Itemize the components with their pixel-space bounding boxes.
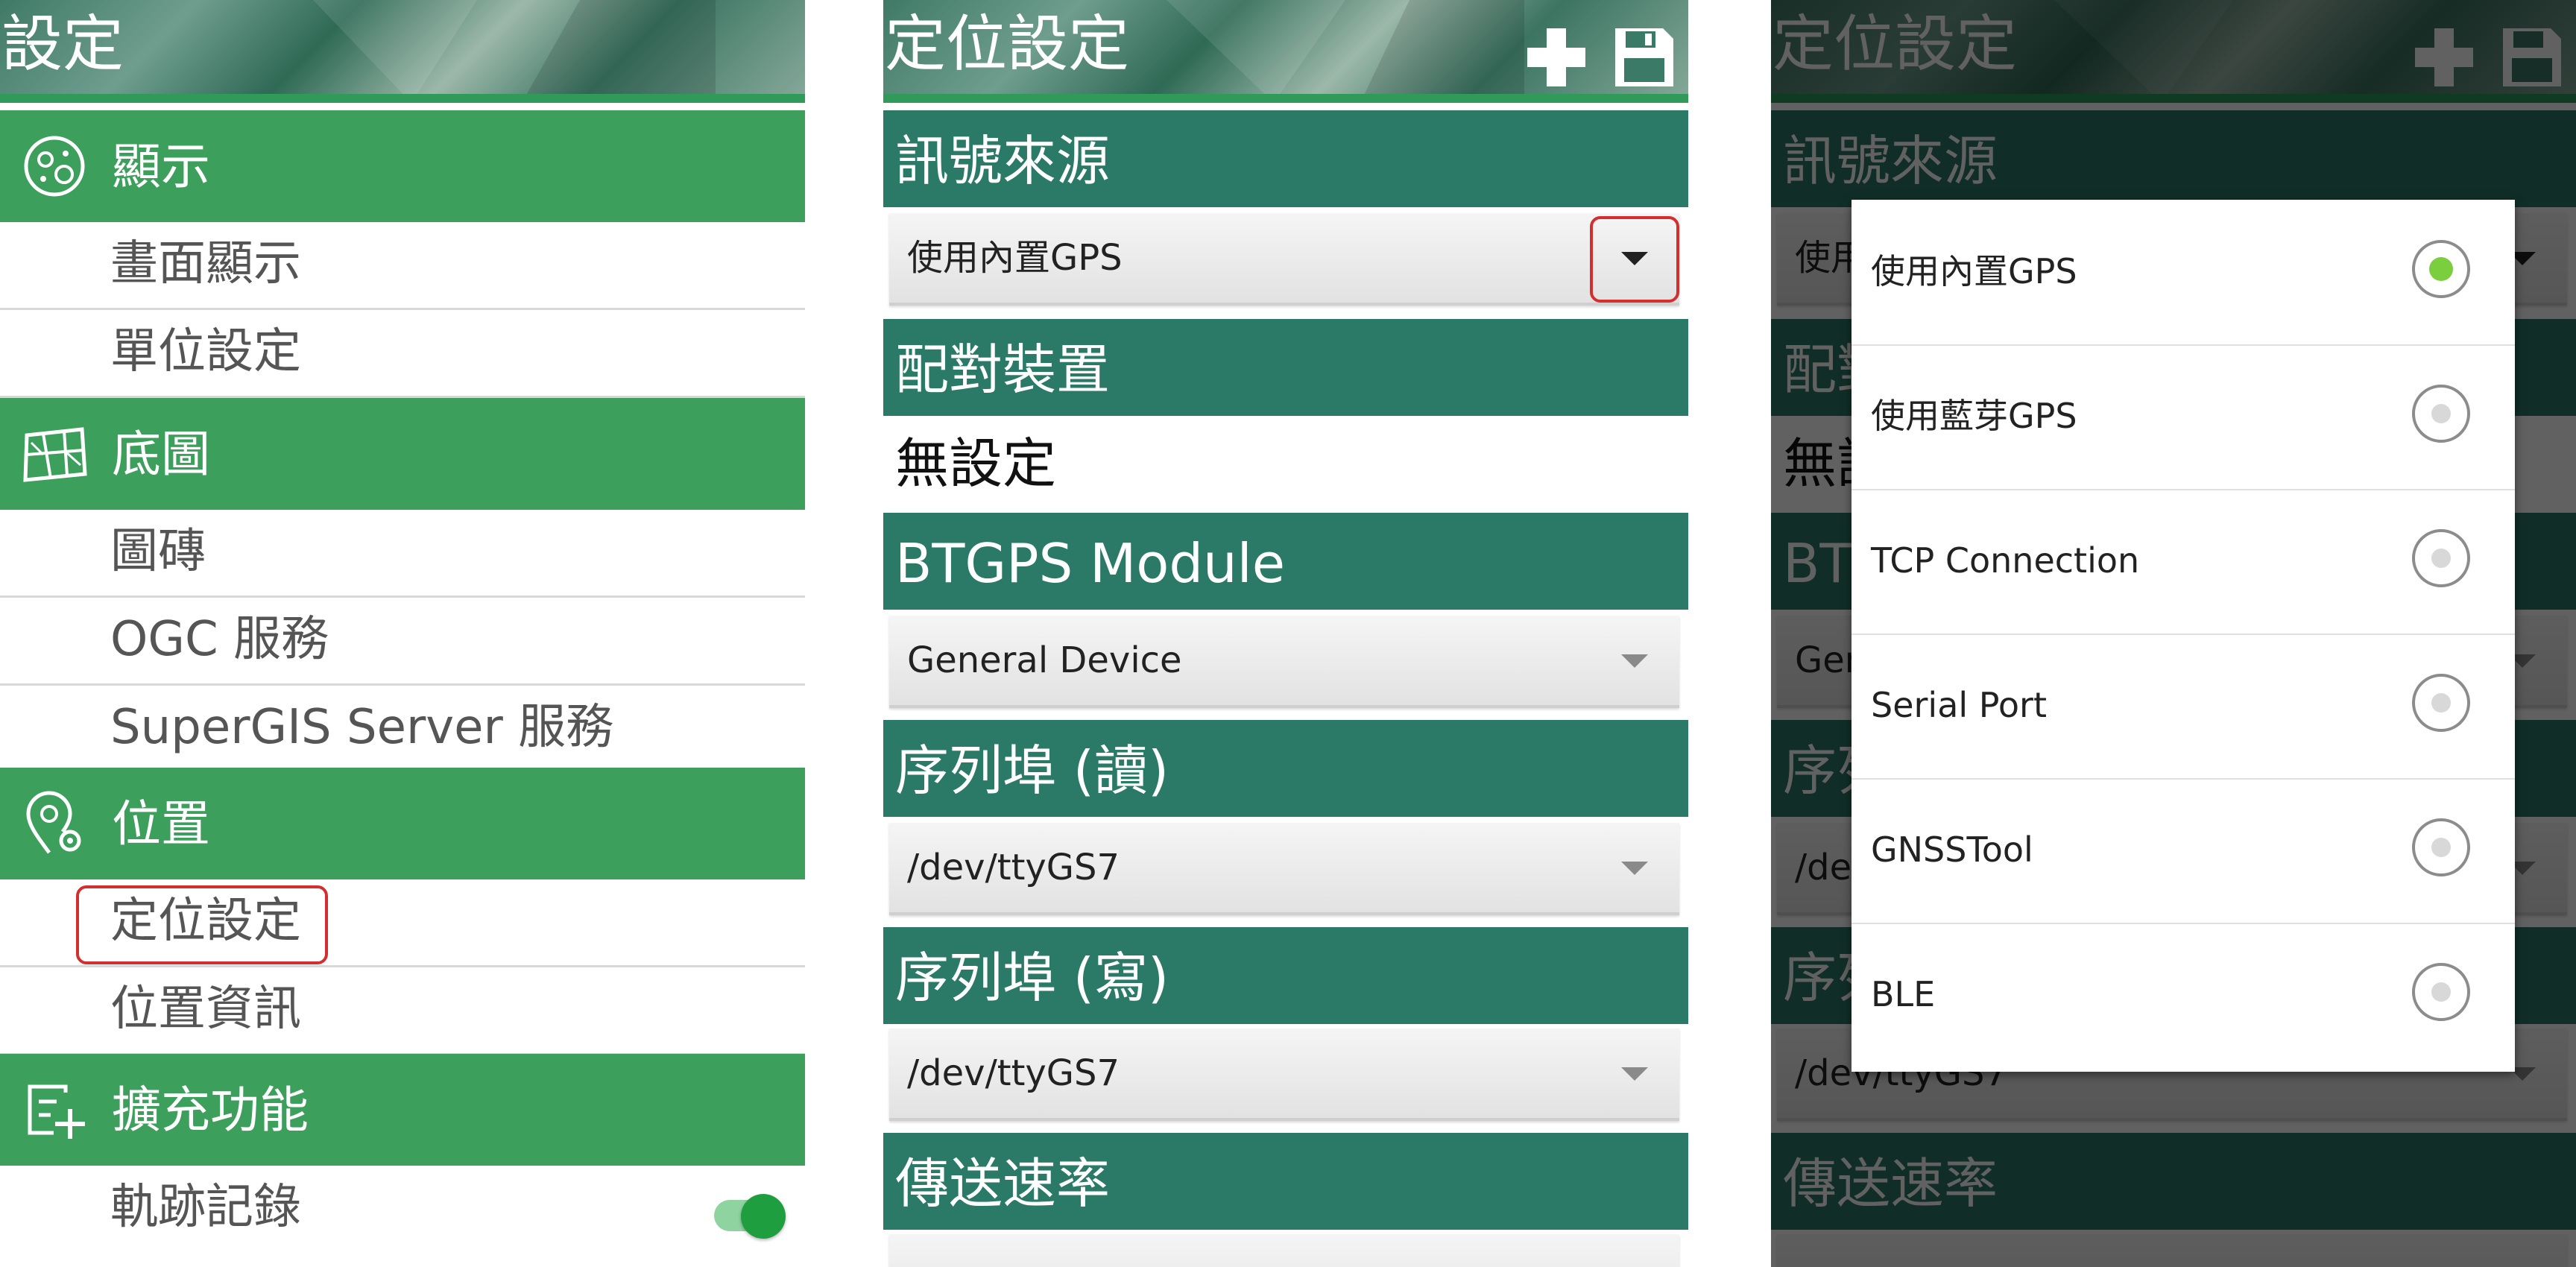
- menu-item-label: 圖磚: [110, 524, 206, 579]
- dropdown-value: /dev/ttyGS7: [907, 1052, 1120, 1094]
- radio-button[interactable]: [2412, 963, 2470, 1021]
- option-label: BLE: [1871, 974, 1936, 1014]
- category-label: 位置: [112, 795, 210, 853]
- radio-selected[interactable]: [2412, 240, 2470, 298]
- category-label: 擴充功能: [112, 1081, 309, 1139]
- radio-button[interactable]: [2412, 674, 2470, 732]
- add-extension-icon: [28, 1084, 85, 1139]
- option-gnsstool[interactable]: GNSSTool: [1852, 778, 2515, 924]
- section-label: 序列埠 (寫): [895, 947, 1169, 1009]
- settings-screen: 設定 顯示 畫面顯示 單位設定 底圖 圖磚 OGC 服務 SuperGIS Se…: [0, 0, 805, 1267]
- menu-item-ogc-service[interactable]: OGC 服務: [0, 598, 805, 686]
- menu-item-label: 畫面顯示: [110, 236, 301, 291]
- menu-item-label: 軌跡記錄: [110, 1180, 301, 1235]
- radio-button[interactable]: [2412, 818, 2470, 876]
- category-label: 顯示: [112, 138, 210, 195]
- category-extensions: 擴充功能: [0, 1054, 805, 1166]
- signal-source-dropdown[interactable]: 使用內置GPS: [889, 213, 1679, 306]
- location-gear-icon: [26, 791, 81, 854]
- chevron-down-icon: [1621, 862, 1648, 875]
- menu-item-track-recording[interactable]: 軌跡記錄: [0, 1166, 805, 1267]
- option-ble[interactable]: BLE: [1852, 923, 2515, 1067]
- save-icon[interactable]: [1612, 25, 1676, 89]
- section-serial-write: 序列埠 (寫): [883, 927, 1688, 1024]
- option-bluetooth-gps[interactable]: 使用藍芽GPS: [1852, 344, 2515, 490]
- dropdown-value: 使用內置GPS: [907, 237, 1123, 279]
- section-paired-device: 配對裝置: [883, 319, 1688, 416]
- page-title: 設定: [1, 9, 124, 80]
- menu-item-unit-settings[interactable]: 單位設定: [0, 310, 805, 398]
- radio-button[interactable]: [2412, 529, 2470, 587]
- chevron-down-icon: [1621, 654, 1648, 668]
- chevron-down-icon: [1621, 1067, 1648, 1081]
- menu-item-location-info[interactable]: 位置資訊: [0, 967, 805, 1055]
- page-title: 定位設定: [885, 9, 1130, 80]
- signal-source-dialog: 使用內置GPS 使用藍芽GPS TCP Connection Serial Po…: [1852, 200, 2515, 1072]
- option-label: TCP Connection: [1871, 540, 2140, 581]
- section-label: 傳送速率: [895, 1152, 1111, 1215]
- option-label: 使用藍芽GPS: [1871, 396, 2077, 436]
- paired-device-value[interactable]: 無設定: [895, 432, 1056, 495]
- baud-rate-dropdown[interactable]: [889, 1234, 1679, 1267]
- menu-item-label: SuperGIS Server 服務: [110, 700, 614, 755]
- section-signal-source: 訊號來源: [883, 110, 1688, 207]
- menu-item-supergis-server[interactable]: SuperGIS Server 服務: [0, 686, 805, 774]
- highlight-box: [1590, 216, 1679, 303]
- section-label: 序列埠 (讀): [895, 739, 1169, 802]
- toggle-knob: [741, 1194, 786, 1239]
- option-label: Serial Port: [1871, 685, 2047, 725]
- menu-item-label: 單位設定: [110, 324, 301, 379]
- menu-item-label: 位置資訊: [110, 982, 301, 1037]
- category-label: 底圖: [112, 426, 210, 483]
- option-builtin-gps[interactable]: 使用內置GPS: [1852, 200, 2515, 346]
- option-serial-port[interactable]: Serial Port: [1852, 634, 2515, 780]
- btgps-module-dropdown[interactable]: General Device: [889, 616, 1679, 708]
- section-baud-rate: 傳送速率: [883, 1133, 1688, 1230]
- map-icon: [23, 427, 87, 482]
- section-label: 訊號來源: [895, 130, 1111, 192]
- positioning-settings-screen: 定位設定 訊號來源 使用內置GPS 配對裝置 無設定 BTGPS Module …: [883, 0, 1688, 1267]
- menu-item-label: OGC 服務: [110, 612, 329, 667]
- category-basemap: 底圖: [0, 398, 805, 510]
- menu-item-screen-display[interactable]: 畫面顯示: [0, 222, 805, 310]
- title-bar: 設定: [0, 0, 805, 103]
- category-location: 位置: [0, 768, 805, 879]
- menu-item-tiles[interactable]: 圖磚: [0, 510, 805, 598]
- section-btgps-module: BTGPS Module: [883, 513, 1688, 610]
- section-label: 配對裝置: [895, 338, 1111, 401]
- section-label: BTGPS Module: [895, 532, 1285, 595]
- section-serial-read: 序列埠 (讀): [883, 720, 1688, 817]
- serial-read-dropdown[interactable]: /dev/ttyGS7: [889, 823, 1679, 915]
- dropdown-value: /dev/ttyGS7: [907, 847, 1120, 888]
- highlight-box: [76, 885, 328, 964]
- option-label: 使用內置GPS: [1871, 251, 2077, 291]
- serial-write-dropdown[interactable]: /dev/ttyGS7: [889, 1029, 1679, 1121]
- signal-source-picker-screen: 定位設定 訊號來源 使用內置GPS 配對裝置 無設定 BTGPS Module …: [1771, 0, 2576, 1267]
- radio-button[interactable]: [2412, 385, 2470, 443]
- option-label: GNSSTool: [1871, 830, 2033, 870]
- category-display: 顯示: [0, 110, 805, 222]
- title-bar: 定位設定: [883, 0, 1688, 103]
- dropdown-value: General Device: [907, 639, 1182, 681]
- option-tcp-connection[interactable]: TCP Connection: [1852, 489, 2515, 635]
- display-icon: [24, 136, 85, 197]
- plus-icon[interactable]: [1524, 25, 1588, 89]
